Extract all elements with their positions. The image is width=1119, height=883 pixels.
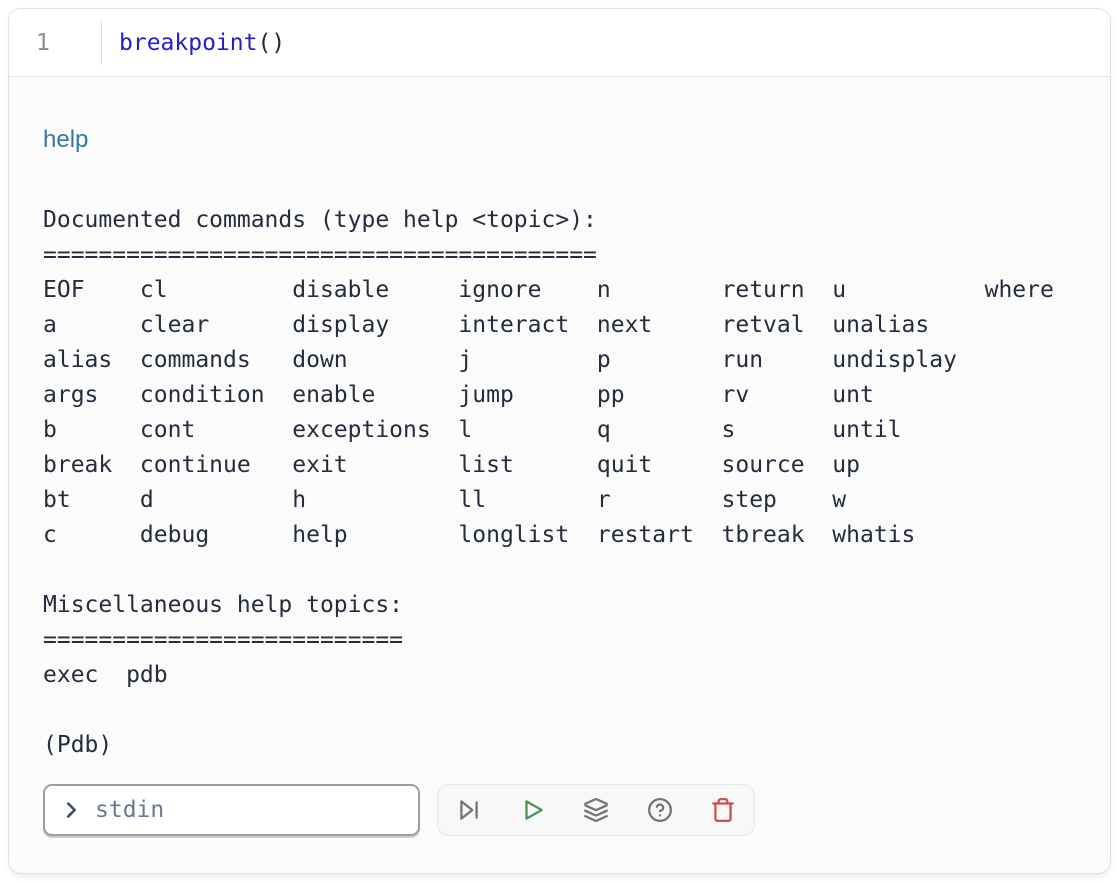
chevron-right-icon [60, 799, 82, 821]
editor-gutter: 1 [9, 9, 101, 76]
stdin-input[interactable] [93, 796, 406, 824]
line-number: 1 [36, 30, 50, 56]
code-token-function: breakpoint [119, 30, 257, 56]
continue-button[interactable] [518, 795, 548, 825]
notebook-cell-card: 1 breakpoint() help Documented commands … [8, 8, 1111, 874]
help-circle-icon [647, 797, 673, 823]
stdin-input-box[interactable] [43, 784, 420, 836]
code-line[interactable]: breakpoint() [119, 30, 285, 56]
pdb-help-output: Documented commands (type help <topic>):… [43, 203, 1080, 763]
help-button[interactable] [645, 795, 675, 825]
console-controls-row [43, 784, 1080, 836]
code-editor[interactable]: 1 breakpoint() [9, 9, 1110, 77]
clear-button[interactable] [708, 795, 738, 825]
stdin-echo-text: help [43, 122, 1080, 157]
step-next-button[interactable] [454, 795, 484, 825]
trash-icon [710, 797, 736, 823]
layers-icon [583, 797, 609, 823]
stack-button[interactable] [581, 795, 611, 825]
console-output-area: help Documented commands (type help <top… [9, 77, 1110, 874]
code-token-punctuation: () [257, 30, 285, 56]
play-icon [520, 797, 546, 823]
debugger-toolbar [437, 784, 755, 836]
gutter-divider [101, 21, 102, 65]
skip-forward-icon [456, 797, 482, 823]
